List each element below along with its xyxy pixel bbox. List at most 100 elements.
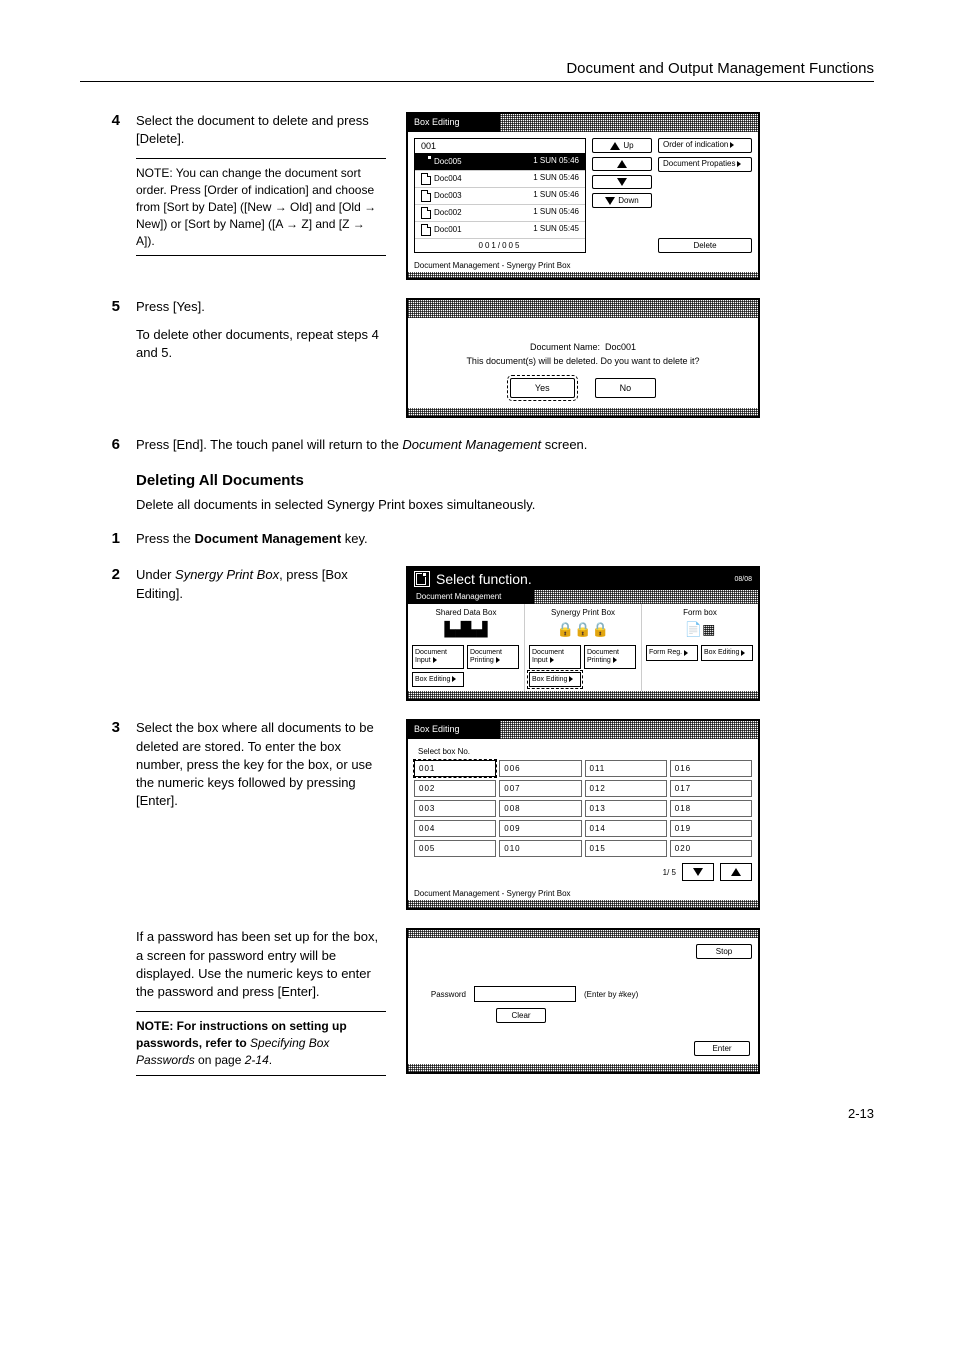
select-function-panel: Select function. 08/08 Document Manageme…	[406, 566, 760, 701]
box-cell-005[interactable]: 005	[414, 840, 496, 857]
document-properties-button[interactable]: Document Propaties	[658, 157, 752, 172]
password-field[interactable]	[474, 986, 576, 1002]
select-box-label: Select box No.	[418, 747, 752, 756]
form-box-icon: 📄▦	[646, 621, 754, 645]
synergy-doc-printing-button[interactable]: Document Printing	[584, 645, 636, 668]
box-page-down[interactable]	[682, 863, 714, 881]
doc-row-1[interactable]: Doc0041 SUN 05:46	[415, 171, 585, 188]
d-step-3-num: 3	[80, 719, 136, 910]
synergy-box-icon: 🔒🔒🔒	[529, 621, 637, 645]
box-cell-007[interactable]: 007	[499, 780, 581, 797]
box-cell-004[interactable]: 004	[414, 820, 496, 837]
shared-box-editing-button[interactable]: Box Editing	[412, 672, 464, 688]
triangle-up-icon	[617, 160, 627, 168]
deleting-all-heading: Deleting All Documents	[136, 472, 874, 489]
down-button[interactable]: Down	[592, 193, 652, 208]
box-cell-003[interactable]: 003	[414, 800, 496, 817]
triangle-down-icon	[693, 868, 703, 876]
triangle-up-icon	[610, 142, 620, 150]
document-list: 001 Doc0051 SUN 05:46 Doc0041 SUN 05:46 …	[414, 138, 586, 253]
document-icon	[421, 224, 431, 236]
synergy-box-editing-button[interactable]: Box Editing	[529, 672, 581, 688]
box-cell-016[interactable]: 016	[670, 760, 752, 777]
d-step-2-text: Under Synergy Print Box, press [Box Edit…	[136, 566, 386, 701]
doc-name-label: Document Name:	[530, 342, 600, 352]
scroll-up-button[interactable]	[592, 157, 652, 171]
page-header: Document and Output Management Functions	[80, 60, 874, 82]
caret-right-icon	[496, 657, 500, 663]
clear-button[interactable]: Clear	[496, 1008, 546, 1023]
box-cell-002[interactable]: 002	[414, 780, 496, 797]
scroll-down-button[interactable]	[592, 175, 652, 189]
box-cell-018[interactable]: 018	[670, 800, 752, 817]
box-cell-020[interactable]: 020	[670, 840, 752, 857]
box-cell-011[interactable]: 011	[585, 760, 667, 777]
no-button[interactable]: No	[595, 378, 657, 398]
password-panel: Stop Password (Enter by #key) Clear Ente…	[406, 928, 760, 1074]
delete-button[interactable]: Delete	[658, 238, 752, 253]
box-cell-017[interactable]: 017	[670, 780, 752, 797]
doc-row-0[interactable]: Doc0051 SUN 05:46	[415, 154, 585, 171]
document-icon	[421, 207, 431, 219]
box-cell-013[interactable]: 013	[585, 800, 667, 817]
doc-name-value: Doc001	[605, 342, 636, 352]
panel3-date: 08/08	[734, 576, 752, 583]
step5-text1: Press [Yes].	[136, 298, 386, 316]
caret-right-icon	[452, 676, 456, 682]
doc-row-2[interactable]: Doc0031 SUN 05:46	[415, 188, 585, 205]
document-icon	[421, 156, 431, 168]
box-number-header: 001	[415, 139, 585, 154]
password-hint: (Enter by #key)	[584, 990, 638, 999]
confirm-message: This document(s) will be deleted. Do you…	[418, 356, 748, 366]
step5-text2: To delete other documents, repeat steps …	[136, 326, 386, 362]
box-cell-014[interactable]: 014	[585, 820, 667, 837]
caret-right-icon	[741, 650, 745, 656]
caret-right-icon	[737, 161, 741, 167]
form-reg-button[interactable]: Form Reg.	[646, 645, 698, 661]
order-of-indication-button[interactable]: Order of indication	[658, 138, 752, 153]
password-note: NOTE: For instructions on setting up pas…	[136, 1011, 386, 1075]
document-icon	[421, 173, 431, 185]
box-cell-015[interactable]: 015	[585, 840, 667, 857]
box-cell-019[interactable]: 019	[670, 820, 752, 837]
step-number-6: 6	[80, 436, 136, 454]
stop-button[interactable]: Stop	[696, 944, 752, 959]
d-step-3-text: Select the box where all documents to be…	[136, 719, 386, 910]
box-page-indicator: 1/ 5	[663, 868, 676, 877]
box-page-up[interactable]	[720, 863, 752, 881]
caret-right-icon	[613, 657, 617, 663]
step6-text: Press [End]. The touch panel will return…	[136, 436, 874, 454]
col-form-title: Form box	[646, 608, 754, 617]
box-cell-010[interactable]: 010	[499, 840, 581, 857]
box-cell-006[interactable]: 006	[499, 760, 581, 777]
d-step-2-num: 2	[80, 566, 136, 701]
yes-button[interactable]: Yes	[510, 378, 575, 398]
box-cell-008[interactable]: 008	[499, 800, 581, 817]
doc-row-4[interactable]: Doc0011 SUN 05:45	[415, 222, 585, 239]
shared-box-icon: ▙▟▙▟	[412, 621, 520, 645]
up-button[interactable]: Up	[592, 138, 652, 153]
shared-doc-input-button[interactable]: Document Input	[412, 645, 464, 668]
caret-right-icon	[684, 650, 688, 656]
shared-doc-printing-button[interactable]: Document Printing	[467, 645, 519, 668]
panel1-title: Box Editing	[408, 114, 500, 132]
caret-right-icon	[569, 676, 573, 682]
box-cell-009[interactable]: 009	[499, 820, 581, 837]
password-para: If a password has been set up for the bo…	[136, 928, 386, 1001]
enter-button[interactable]: Enter	[694, 1041, 750, 1056]
step4-text: Select the document to delete and press …	[136, 113, 369, 146]
col-synergy-title: Synergy Print Box	[529, 608, 637, 617]
panel4-title: Box Editing	[408, 721, 500, 739]
page-number: 2-13	[80, 1106, 874, 1121]
step4-note: NOTE: You can change the document sort o…	[136, 158, 386, 256]
box-cell-012[interactable]: 012	[585, 780, 667, 797]
box-cell-001[interactable]: 001	[414, 760, 496, 777]
confirm-delete-panel: Document Name: Doc001 This document(s) w…	[406, 298, 760, 418]
form-box-editing-button[interactable]: Box Editing	[701, 645, 753, 661]
doc-row-3[interactable]: Doc0021 SUN 05:46	[415, 205, 585, 222]
caret-right-icon	[550, 657, 554, 663]
triangle-down-icon	[617, 178, 627, 186]
synergy-doc-input-button[interactable]: Document Input	[529, 645, 581, 668]
panel-icon	[414, 571, 430, 587]
panel1-footer: Document Management - Synergy Print Box	[408, 259, 758, 272]
